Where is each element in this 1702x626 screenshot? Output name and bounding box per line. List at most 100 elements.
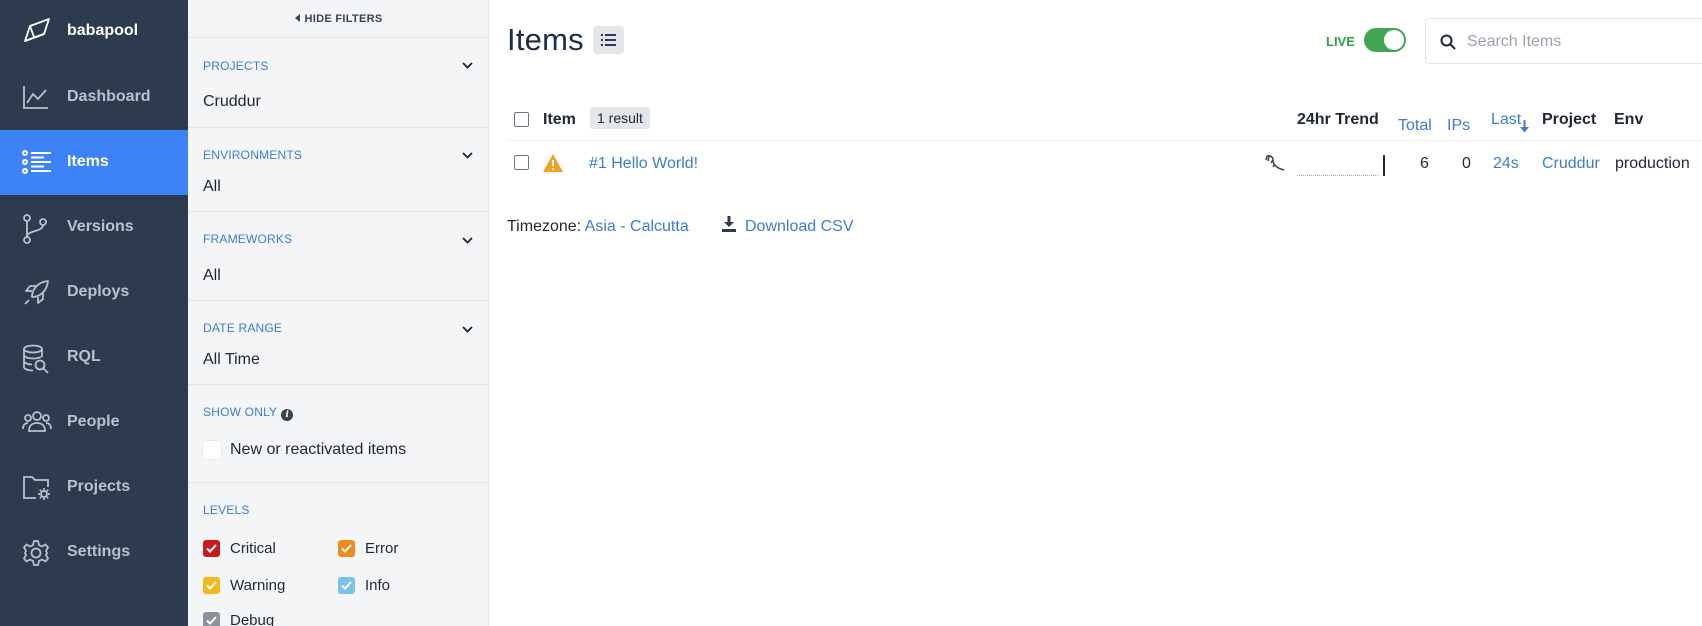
- nav-item-label: RQL: [67, 348, 101, 365]
- download-icon[interactable]: [722, 216, 736, 232]
- filter-value: All: [203, 178, 221, 195]
- nav-item-label: Deploys: [67, 283, 130, 300]
- search-input[interactable]: [1467, 31, 1697, 53]
- checkbox-checked[interactable]: [203, 612, 220, 626]
- table-divider: [507, 140, 1702, 141]
- filter-environments[interactable]: ENVIRONMENTS All: [188, 128, 488, 212]
- search-box[interactable]: [1425, 18, 1702, 64]
- main-nav: babapool Dashboard Items Versions Deploy…: [0, 0, 188, 626]
- chart-line-icon: [23, 86, 48, 109]
- filter-title: DATE RANGE: [203, 321, 283, 335]
- result-count-badge: 1 result: [590, 107, 650, 129]
- cell-last[interactable]: 24s: [1493, 155, 1519, 173]
- list-view-icon: [601, 34, 616, 46]
- hide-filters-button[interactable]: HIDE FILTERS: [188, 0, 488, 38]
- check-icon: [206, 616, 217, 625]
- select-all-checkbox[interactable]: [514, 112, 529, 127]
- column-header-total[interactable]: Total: [1398, 117, 1432, 135]
- download-csv-link[interactable]: Download CSV: [745, 218, 854, 236]
- nav-item-label: Dashboard: [67, 88, 151, 105]
- nav-item-versions[interactable]: Versions: [0, 195, 188, 260]
- nav-item-label: Settings: [67, 543, 131, 560]
- levels-title: LEVELS: [203, 503, 250, 517]
- timezone-label: Timezone:: [507, 218, 582, 235]
- nav-item-dashboard[interactable]: Dashboard: [0, 65, 188, 130]
- babapool-logo-icon: [24, 18, 50, 42]
- caret-left-icon: [294, 14, 300, 22]
- cell-env: production: [1615, 155, 1690, 172]
- show-only-title-text: SHOW ONLY: [203, 405, 278, 419]
- trend-sparkline: [1297, 153, 1386, 176]
- filter-frameworks[interactable]: FRAMEWORKS All: [188, 212, 488, 301]
- cell-project-link[interactable]: Cruddur: [1542, 155, 1600, 173]
- level-label: Debug: [230, 612, 275, 626]
- chevron-down-icon[interactable]: [462, 326, 473, 333]
- row-checkbox[interactable]: [514, 155, 529, 170]
- filter-show-only: SHOW ONLY i New or reactivated items: [188, 385, 488, 483]
- nav-item-deploys[interactable]: Deploys: [0, 260, 188, 325]
- check-icon: [341, 581, 352, 590]
- item-title-link[interactable]: #1 Hello World!: [589, 155, 698, 173]
- filter-title: ENVIRONMENTS: [203, 148, 303, 162]
- nav-item-items[interactable]: Items: [0, 130, 188, 195]
- filter-value: Cruddur: [203, 93, 261, 110]
- column-header-item[interactable]: Item: [543, 111, 576, 129]
- column-header-last[interactable]: Last: [1491, 111, 1521, 129]
- live-label: LIVE: [1326, 34, 1355, 49]
- level-label: Warning: [230, 577, 286, 594]
- nav-item-label: Items: [67, 153, 109, 170]
- sort-desc-icon[interactable]: [1520, 120, 1529, 133]
- cell-ips: 0: [1462, 155, 1471, 172]
- filter-value: All: [203, 267, 221, 284]
- checkbox-checked[interactable]: [203, 577, 220, 594]
- filter-projects[interactable]: PROJECTS Cruddur: [188, 38, 488, 128]
- nav-item-label: People: [67, 413, 120, 430]
- list-icon: [22, 150, 51, 174]
- filter-title: PROJECTS: [203, 59, 269, 73]
- new-or-reactivated-checkbox[interactable]: [203, 441, 221, 459]
- chevron-down-icon[interactable]: [462, 237, 473, 244]
- chevron-down-icon[interactable]: [462, 152, 473, 159]
- column-header-project[interactable]: Project: [1542, 111, 1596, 129]
- filter-date-range[interactable]: DATE RANGE All Time: [188, 301, 488, 385]
- database-search-icon: [23, 344, 49, 374]
- nav-item-settings[interactable]: Settings: [0, 520, 188, 585]
- timezone-line: Timezone: Asia - Calcutta: [507, 218, 689, 236]
- check-icon: [341, 544, 352, 553]
- info-icon[interactable]: i: [281, 409, 294, 421]
- chevron-down-icon[interactable]: [462, 62, 473, 69]
- view-toggle-button[interactable]: [593, 26, 624, 54]
- gear-icon: [22, 540, 50, 566]
- nav-item-rql[interactable]: RQL: [0, 325, 188, 390]
- people-icon: [22, 411, 52, 432]
- trend-baseline: [1297, 175, 1378, 176]
- checkbox-checked[interactable]: [203, 540, 220, 557]
- level-label: Error: [365, 540, 399, 557]
- level-label: Info: [365, 577, 391, 594]
- checkbox-checked[interactable]: [338, 577, 355, 594]
- column-header-24hr-trend: 24hr Trend: [1297, 111, 1379, 128]
- cell-total: 6: [1420, 155, 1429, 172]
- nav-item-label: Versions: [67, 218, 134, 235]
- hide-filters-label: HIDE FILTERS: [304, 13, 383, 25]
- checkbox-checked[interactable]: [338, 540, 355, 557]
- timezone-link[interactable]: Asia - Calcutta: [585, 218, 689, 235]
- check-icon: [206, 581, 217, 590]
- folder-gear-icon: [23, 476, 50, 500]
- nav-item-projects[interactable]: Projects: [0, 455, 188, 520]
- framework-icon: [1265, 155, 1285, 171]
- nav-item-people[interactable]: People: [0, 390, 188, 455]
- column-header-ips[interactable]: IPs: [1447, 117, 1470, 135]
- level-label: Critical: [230, 540, 276, 557]
- brand[interactable]: babapool: [0, 0, 188, 62]
- check-icon: [206, 544, 217, 553]
- rocket-icon: [24, 280, 49, 305]
- column-header-env[interactable]: Env: [1614, 111, 1643, 129]
- page-title: Items: [507, 22, 584, 57]
- filter-value: All Time: [203, 351, 260, 368]
- live-toggle[interactable]: [1364, 28, 1406, 52]
- show-only-option-label[interactable]: New or reactivated items: [230, 441, 406, 459]
- trend-bar: [1383, 155, 1385, 176]
- nav-item-label: Projects: [67, 478, 131, 495]
- search-icon: [1440, 34, 1456, 50]
